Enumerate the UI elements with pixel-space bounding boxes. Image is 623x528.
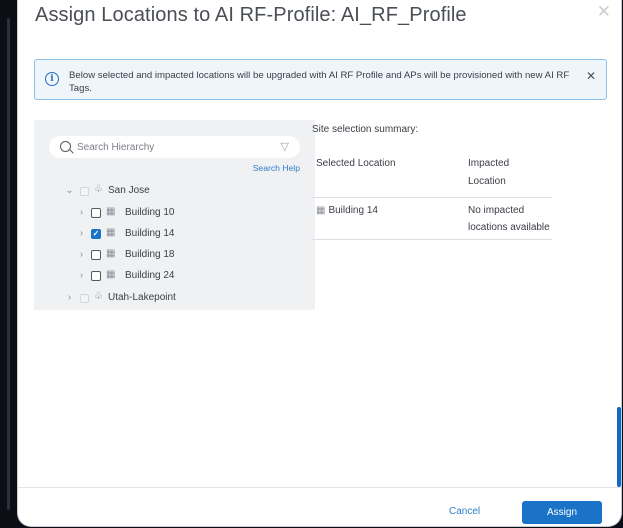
tree-checkbox[interactable] — [91, 250, 101, 260]
tree-checkbox[interactable] — [91, 208, 101, 218]
info-banner: i Below selected and impacted locations … — [34, 59, 607, 100]
building-icon: ▦ — [316, 205, 326, 216]
table-cell-impacted: No impacted locations available — [468, 205, 550, 233]
building-icon: ▦ — [106, 206, 116, 217]
site-icon: ♧ — [94, 184, 103, 195]
tree-node-label: Building 14 — [125, 228, 175, 239]
table-divider — [312, 197, 552, 198]
cancel-button[interactable]: Cancel — [449, 506, 480, 517]
chevron-right-icon[interactable]: › — [77, 249, 86, 260]
table-divider — [312, 239, 552, 240]
tree-checkbox[interactable] — [91, 271, 101, 281]
chevron-down-icon[interactable]: ⌄ — [65, 185, 74, 196]
building-icon: ▦ — [106, 269, 116, 280]
search-help-link[interactable]: Search Help — [253, 163, 300, 173]
chevron-right-icon[interactable]: › — [77, 207, 86, 218]
site-icon: ♧ — [94, 291, 103, 302]
modal-title: Assign Locations to AI RF-Profile: AI_RF… — [35, 4, 467, 26]
assign-locations-modal: Assign Locations to AI RF-Profile: AI_RF… — [17, 0, 622, 527]
scrollbar-thumb[interactable] — [617, 407, 621, 487]
table-cell-selected: ▦ Building 14 — [316, 202, 378, 219]
hierarchy-panel: ▽ Search Help ⌄ ♧ San Jose › ▦ Building … — [34, 120, 315, 310]
chevron-right-icon[interactable]: › — [77, 270, 86, 281]
building-icon: ▦ — [106, 227, 116, 238]
chevron-right-icon[interactable]: › — [65, 292, 74, 303]
close-icon[interactable]: ✕ — [597, 2, 611, 22]
background-window-edge — [0, 0, 12, 528]
tree-checkbox[interactable] — [80, 294, 89, 303]
building-icon: ▦ — [106, 248, 116, 259]
filter-icon[interactable]: ▽ — [281, 142, 289, 153]
search-hierarchy-box[interactable]: ▽ — [49, 136, 300, 158]
banner-message: Below selected and impacted locations wi… — [69, 70, 570, 94]
info-icon: i — [45, 72, 59, 86]
scrollbar-edge — [7, 18, 10, 510]
search-icon — [60, 141, 71, 152]
tree-node-label: Building 18 — [125, 249, 175, 260]
tree-checkbox-checked[interactable]: ✓ — [91, 229, 101, 239]
tree-node-label: San Jose — [108, 185, 150, 196]
column-header-impacted: Impacted Location — [468, 158, 510, 187]
banner-close-icon[interactable]: ✕ — [586, 69, 596, 83]
chevron-right-icon[interactable]: › — [77, 228, 86, 239]
column-header-selected: Selected Location — [316, 158, 396, 169]
summary-title: Site selection summary: — [312, 124, 419, 135]
tree-node-label: Building 10 — [125, 207, 175, 218]
tree-checkbox[interactable] — [80, 187, 89, 196]
search-input[interactable] — [77, 140, 267, 154]
footer-divider — [18, 487, 621, 488]
selected-location-label: Building 14 — [328, 205, 378, 216]
assign-button[interactable]: Assign — [522, 501, 602, 524]
tree-node-label: Utah-Lakepoint — [108, 292, 176, 303]
tree-node-label: Building 24 — [125, 270, 175, 281]
